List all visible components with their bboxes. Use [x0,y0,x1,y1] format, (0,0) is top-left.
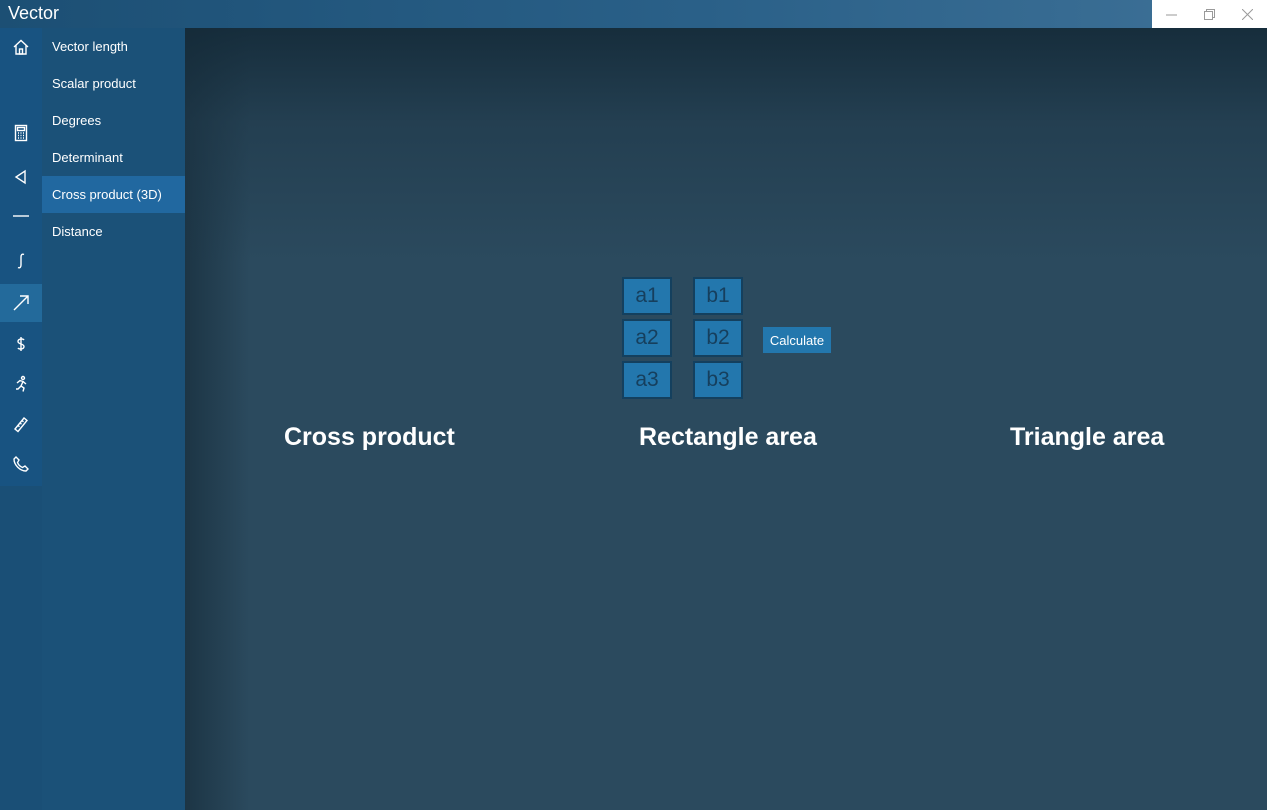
home-icon[interactable] [0,28,42,66]
phone-icon[interactable] [0,445,42,483]
icon-rail [0,28,42,810]
main-content [185,28,1267,810]
menu-item-vector-length[interactable]: Vector length [42,28,185,65]
submenu: Vector length Scalar product Degrees Det… [42,28,185,810]
window-controls [1152,0,1267,28]
menu-item-degrees[interactable]: Degrees [42,102,185,139]
menu-item-distance[interactable]: Distance [42,213,185,250]
input-b1[interactable]: b1 [693,277,743,315]
line-icon[interactable] [0,197,42,235]
input-a1[interactable]: a1 [622,277,672,315]
menu-item-scalar-product[interactable]: Scalar product [42,65,185,102]
restore-icon[interactable] [1190,0,1228,28]
triangle-icon[interactable] [0,158,42,196]
dollar-icon[interactable] [0,325,42,363]
input-b2[interactable]: b2 [693,319,743,357]
triangle-area-heading: Triangle area [1010,423,1165,451]
input-a2[interactable]: a2 [622,319,672,357]
integral-icon[interactable] [0,242,42,280]
input-a3[interactable]: a3 [622,361,672,399]
close-icon[interactable] [1228,0,1266,28]
title-bar: Vector [0,0,1267,28]
ruler-icon[interactable] [0,405,42,443]
menu-item-cross-product-3d[interactable]: Cross product (3D) [42,176,185,213]
app-title: Vector [8,3,60,23]
input-b3[interactable]: b3 [693,361,743,399]
vector-arrow-icon[interactable] [0,284,42,322]
running-person-icon[interactable] [0,365,42,403]
rectangle-area-heading: Rectangle area [639,423,817,451]
calculator-icon[interactable] [0,114,42,152]
calculate-button[interactable]: Calculate [763,327,831,353]
minimize-icon[interactable] [1152,0,1190,28]
cross-product-heading: Cross product [284,423,455,451]
menu-item-determinant[interactable]: Determinant [42,139,185,176]
